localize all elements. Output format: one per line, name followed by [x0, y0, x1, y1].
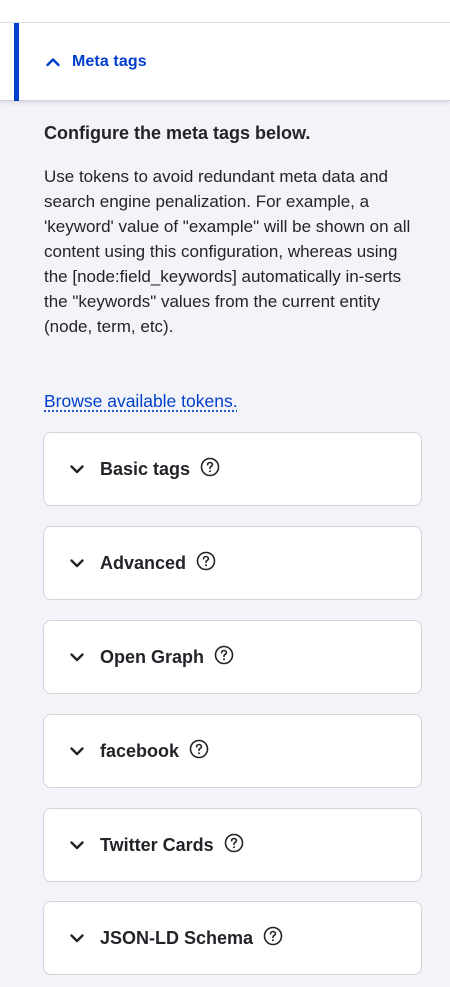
group-row: Twitter Cards — [68, 809, 244, 881]
browse-tokens-link[interactable]: Browse available tokens. — [44, 388, 238, 414]
group-row: JSON-LD Schema — [68, 902, 283, 974]
group-row: Basic tags — [68, 433, 220, 505]
meta-tags-content: Configure the meta tags below. Use token… — [44, 120, 424, 339]
group-title: Basic tags — [100, 458, 191, 479]
active-accent-bar — [14, 23, 19, 101]
chevron-down-icon — [68, 929, 86, 947]
help-icon[interactable] — [263, 926, 283, 946]
help-icon[interactable] — [224, 833, 244, 853]
group-row: Advanced — [68, 527, 216, 599]
group-basic-tags[interactable]: Basic tags — [43, 432, 422, 506]
chevron-down-icon — [68, 554, 86, 572]
group-title: Open Graph — [100, 646, 205, 667]
group-row: Open Graph — [68, 621, 234, 693]
group-facebook[interactable]: facebook — [43, 714, 422, 788]
meta-tags-title: Meta tags — [72, 53, 147, 70]
previous-section-strip — [0, 0, 450, 23]
group-advanced[interactable]: Advanced — [43, 526, 422, 600]
tokens-description: Use tokens to avoid redundant meta data … — [44, 167, 411, 336]
chevron-up-icon — [44, 53, 62, 71]
help-icon[interactable] — [189, 739, 209, 759]
configure-heading: Configure the meta tags below. — [44, 123, 311, 143]
meta-tags-section-header: Meta tags — [0, 23, 450, 101]
group-row: facebook — [68, 715, 209, 787]
chevron-down-icon — [68, 742, 86, 760]
chevron-down-icon — [68, 460, 86, 478]
meta-tags-toggle[interactable]: Meta tags — [44, 49, 147, 75]
group-title: facebook — [100, 740, 180, 761]
chevron-down-icon — [68, 836, 86, 854]
group-open-graph[interactable]: Open Graph — [43, 620, 422, 694]
group-json-ld-schema[interactable]: JSON-LD Schema — [43, 901, 422, 975]
group-title: Twitter Cards — [100, 834, 214, 855]
group-twitter-cards[interactable]: Twitter Cards — [43, 808, 422, 882]
group-title: JSON-LD Schema — [100, 927, 254, 948]
group-title: Advanced — [100, 552, 187, 573]
help-icon[interactable] — [196, 551, 216, 571]
help-icon[interactable] — [214, 645, 234, 665]
help-icon[interactable] — [200, 457, 220, 477]
chevron-down-icon — [68, 648, 86, 666]
